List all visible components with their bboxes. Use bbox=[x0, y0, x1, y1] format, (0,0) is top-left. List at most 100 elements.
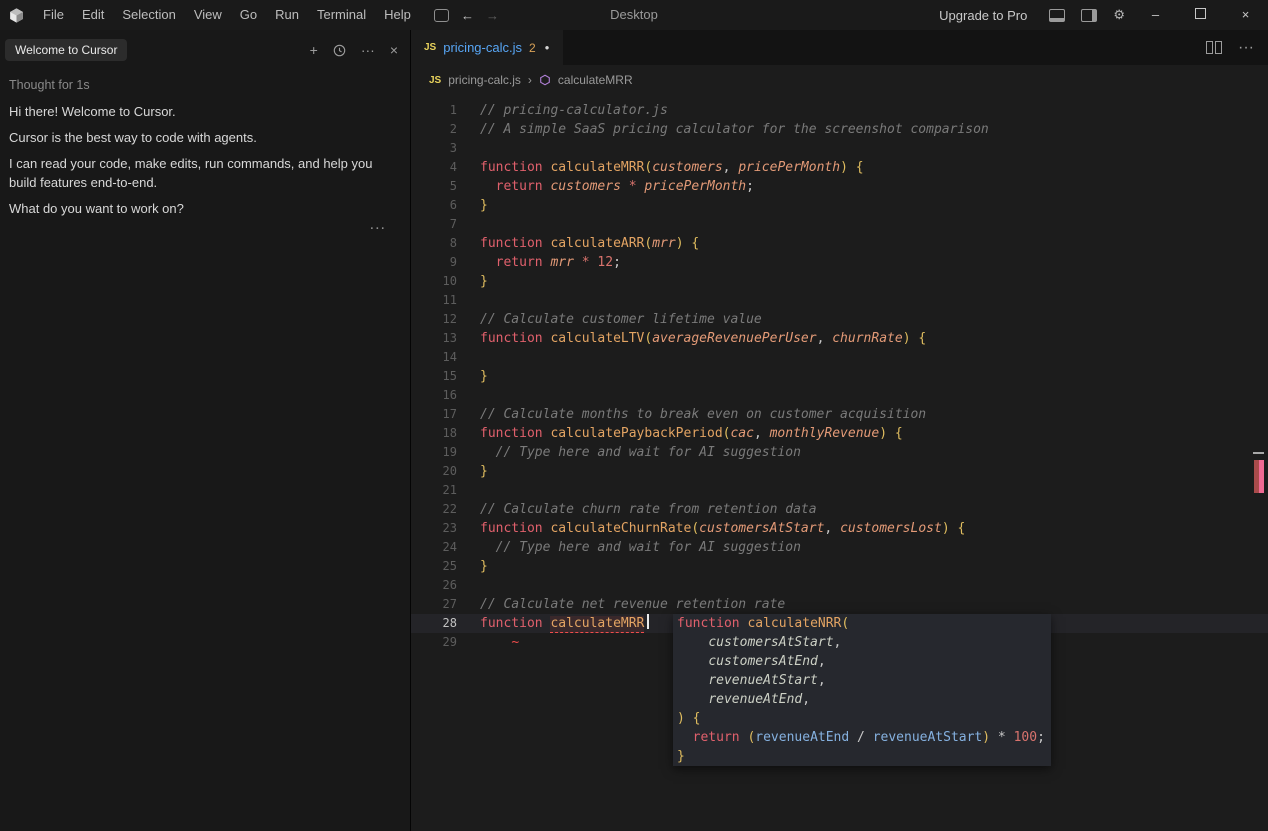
code-token: averageRevenuePerUser bbox=[652, 331, 816, 346]
chat-body: Thought for 1s Hi there! Welcome to Curs… bbox=[0, 66, 410, 218]
code-token: customersAtStart bbox=[699, 521, 824, 536]
menu-help[interactable]: Help bbox=[375, 0, 420, 30]
split-editor-icon[interactable] bbox=[1206, 41, 1222, 54]
text-cursor bbox=[647, 614, 649, 629]
code-editor[interactable]: 1// pricing-calculator.js2// A simple Sa… bbox=[411, 95, 1268, 831]
main-area: Welcome to Cursor + ··· × Thought for 1s… bbox=[0, 30, 1268, 831]
code-line[interactable]: 9 return mrr * 12; bbox=[411, 253, 1268, 272]
code-token: calculateNRR bbox=[747, 616, 841, 631]
menu-selection[interactable]: Selection bbox=[113, 0, 184, 30]
line-number: 26 bbox=[411, 576, 457, 595]
menu-file[interactable]: File bbox=[34, 0, 73, 30]
code-token: } bbox=[480, 369, 488, 384]
code-token: customers bbox=[550, 179, 620, 194]
code-token: { bbox=[856, 160, 864, 175]
history-clock-icon[interactable] bbox=[333, 44, 346, 57]
overview-ruler-error-mark[interactable] bbox=[1254, 460, 1264, 493]
editor-more-icon[interactable]: ··· bbox=[1238, 39, 1254, 57]
code-line[interactable]: 7 bbox=[411, 215, 1268, 234]
thought-label[interactable]: Thought for 1s bbox=[9, 76, 398, 95]
line-number: 20 bbox=[411, 462, 457, 481]
message-overflow-icon[interactable]: ... bbox=[370, 216, 386, 234]
code-token: , bbox=[818, 673, 826, 688]
menu-run[interactable]: Run bbox=[266, 0, 308, 30]
menu-edit[interactable]: Edit bbox=[73, 0, 113, 30]
line-number: 22 bbox=[411, 500, 457, 519]
code-token: revenueAtStart bbox=[708, 673, 818, 688]
code-line[interactable]: 22// Calculate churn rate from retention… bbox=[411, 500, 1268, 519]
upgrade-to-pro-button[interactable]: Upgrade to Pro bbox=[939, 8, 1027, 23]
code-token: calculateMRR bbox=[550, 616, 644, 633]
close-chat-icon[interactable]: × bbox=[390, 42, 398, 58]
code-token bbox=[480, 255, 496, 270]
code-token: customersAtEnd bbox=[708, 654, 818, 669]
line-number: 10 bbox=[411, 272, 457, 291]
maximize-button[interactable] bbox=[1178, 0, 1223, 30]
code-token: // A simple SaaS pricing calculator for … bbox=[480, 122, 989, 137]
back-icon[interactable]: ← bbox=[461, 8, 474, 23]
new-chat-icon[interactable]: + bbox=[310, 42, 318, 58]
line-number: 25 bbox=[411, 557, 457, 576]
code-line[interactable]: 13function calculateLTV(averageRevenuePe… bbox=[411, 329, 1268, 348]
settings-gear-icon[interactable]: ⚙ bbox=[1105, 7, 1133, 23]
code-token: function bbox=[480, 160, 550, 175]
code-token: } bbox=[677, 749, 685, 764]
code-token: calculateARR bbox=[550, 236, 644, 251]
toggle-panel-icon[interactable] bbox=[1041, 9, 1073, 22]
menu-terminal[interactable]: Terminal bbox=[308, 0, 375, 30]
suggestion-line: return (revenueAtEnd / revenueAtStart) *… bbox=[673, 728, 1051, 747]
line-number: 4 bbox=[411, 158, 457, 177]
code-line[interactable]: 18function calculatePaybackPeriod(cac, m… bbox=[411, 424, 1268, 443]
code-line[interactable]: 6} bbox=[411, 196, 1268, 215]
menu-go[interactable]: Go bbox=[231, 0, 266, 30]
code-line[interactable]: 14 bbox=[411, 348, 1268, 367]
code-line[interactable]: 1// pricing-calculator.js bbox=[411, 101, 1268, 120]
more-actions-icon[interactable]: ··· bbox=[361, 42, 375, 58]
line-content: // Type here and wait for AI suggestion bbox=[457, 538, 801, 557]
line-number: 12 bbox=[411, 310, 457, 329]
code-token: pricePerMonth bbox=[644, 179, 746, 194]
code-token: { bbox=[957, 521, 965, 536]
code-line[interactable]: 24 // Type here and wait for AI suggesti… bbox=[411, 538, 1268, 557]
line-number: 6 bbox=[411, 196, 457, 215]
code-line[interactable]: 5 return customers * pricePerMonth; bbox=[411, 177, 1268, 196]
code-line[interactable]: 8function calculateARR(mrr) { bbox=[411, 234, 1268, 253]
forward-icon[interactable]: → bbox=[486, 8, 499, 23]
code-line[interactable]: 12// Calculate customer lifetime value bbox=[411, 310, 1268, 329]
code-token: calculateMRR bbox=[550, 160, 644, 175]
minimize-button[interactable]: – bbox=[1133, 0, 1178, 30]
code-token bbox=[677, 692, 708, 707]
chat-tab-welcome[interactable]: Welcome to Cursor bbox=[5, 39, 127, 61]
code-line[interactable]: 27// Calculate net revenue retention rat… bbox=[411, 595, 1268, 614]
code-line[interactable]: 15} bbox=[411, 367, 1268, 386]
code-line[interactable]: 17// Calculate months to break even on c… bbox=[411, 405, 1268, 424]
line-content: function calculateLTV(averageRevenuePerU… bbox=[457, 329, 926, 348]
close-button[interactable]: × bbox=[1223, 0, 1268, 30]
menu-view[interactable]: View bbox=[185, 0, 231, 30]
code-line[interactable]: 20} bbox=[411, 462, 1268, 481]
code-line[interactable]: 16 bbox=[411, 386, 1268, 405]
problems-badge: 2 bbox=[529, 41, 536, 55]
code-line[interactable]: 21 bbox=[411, 481, 1268, 500]
breadcrumb-symbol[interactable]: calculateMRR bbox=[558, 73, 633, 87]
code-line[interactable]: 10} bbox=[411, 272, 1268, 291]
code-line[interactable]: 26 bbox=[411, 576, 1268, 595]
code-token: function bbox=[480, 426, 550, 441]
code-line[interactable]: 11 bbox=[411, 291, 1268, 310]
code-line[interactable]: 4function calculateMRR(customers, priceP… bbox=[411, 158, 1268, 177]
code-token: , bbox=[824, 521, 840, 536]
code-line[interactable]: 3 bbox=[411, 139, 1268, 158]
window-title: Desktop bbox=[610, 0, 658, 30]
code-line[interactable]: 19 // Type here and wait for AI suggesti… bbox=[411, 443, 1268, 462]
tab-pricing-calc[interactable]: JS pricing-calc.js 2 ● bbox=[411, 30, 563, 65]
code-line[interactable]: 25} bbox=[411, 557, 1268, 576]
code-line[interactable]: 23function calculateChurnRate(customersA… bbox=[411, 519, 1268, 538]
code-line[interactable]: 2// A simple SaaS pricing calculator for… bbox=[411, 120, 1268, 139]
breadcrumb-file[interactable]: pricing-calc.js bbox=[448, 73, 521, 87]
ai-suggestion-popup[interactable]: function calculateNRR( customersAtStart,… bbox=[673, 614, 1051, 766]
toggle-secondary-sidebar-icon[interactable] bbox=[1073, 9, 1105, 22]
code-token: , bbox=[817, 331, 833, 346]
modified-dot-icon[interactable]: ● bbox=[545, 43, 550, 52]
command-center-icon[interactable] bbox=[434, 9, 449, 22]
code-token: } bbox=[480, 274, 488, 289]
